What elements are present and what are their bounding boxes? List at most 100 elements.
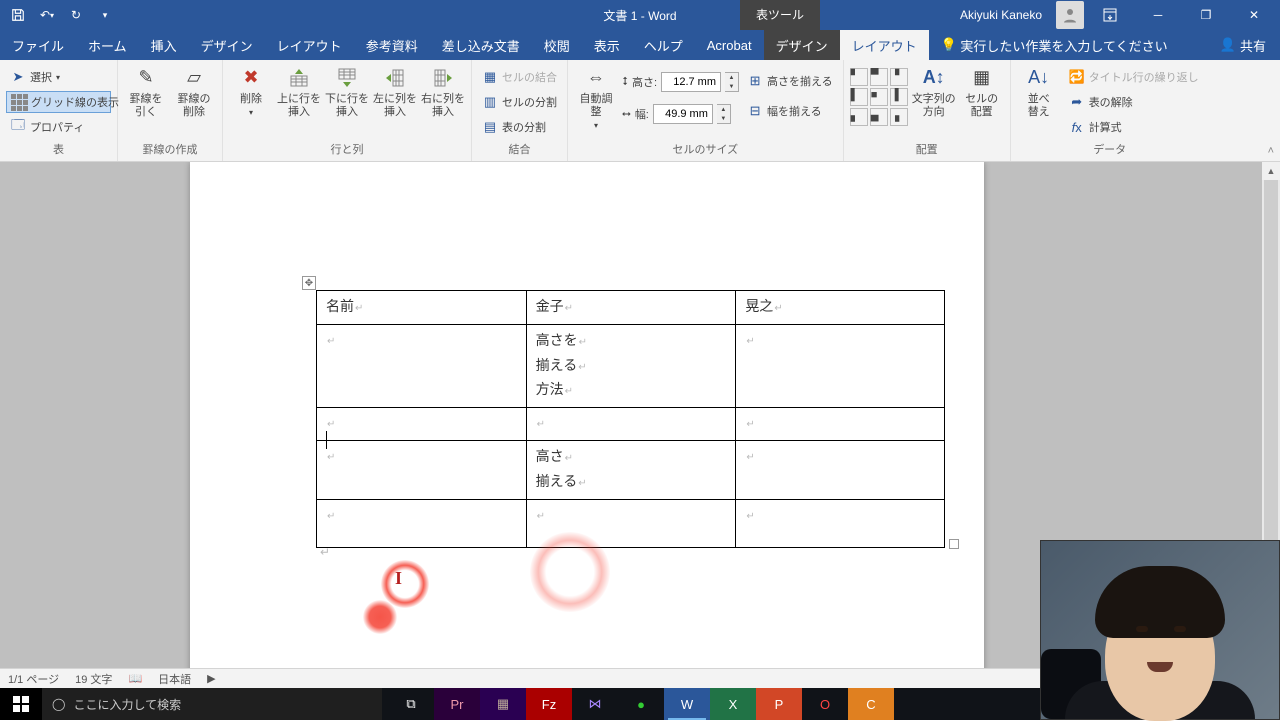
tab-view[interactable]: 表示 (582, 30, 632, 60)
align-br[interactable]: ▗ (890, 108, 908, 126)
insert-left-button[interactable]: 左に列を 挿入 (373, 62, 417, 122)
width-icon: ⭤ (622, 108, 631, 121)
autofit-icon: ⇔ (582, 65, 610, 91)
table-resize-handle[interactable] (949, 539, 959, 549)
close-button[interactable]: ✕ (1232, 0, 1276, 30)
tab-help[interactable]: ヘルプ (632, 30, 695, 60)
repeat-header-button[interactable]: 🔁タイトル行の繰り返し (1065, 66, 1203, 88)
align-bc[interactable]: ▄ (870, 108, 888, 126)
align-tr[interactable]: ▝ (890, 68, 908, 86)
autofit-button[interactable]: ⇔自動調整▾ (574, 62, 618, 134)
formula-button[interactable]: fx計算式 (1065, 116, 1203, 138)
height-input[interactable] (661, 72, 721, 92)
view-gridlines-button[interactable]: グリッド線の表示 (6, 91, 111, 113)
tab-review[interactable]: 校閲 (532, 30, 582, 60)
ribbon: ➤選択 ▾ グリッド線の表示 🗔プロパティ 表 ✎罫線を 引く ▱罫線の 削除 … (0, 60, 1280, 162)
share-button[interactable]: 👤共有 (1206, 30, 1280, 60)
page-indicator[interactable]: 1/1 ページ (8, 671, 59, 687)
opera-icon[interactable]: O (802, 688, 848, 720)
split-table-button[interactable]: ▤表の分割 (478, 116, 561, 138)
delete-button[interactable]: ✖削除▾ (229, 62, 273, 121)
minimize-button[interactable]: ─ (1136, 0, 1180, 30)
height-down[interactable]: ▼ (725, 82, 738, 91)
tab-table-layout[interactable]: レイアウト (840, 30, 929, 60)
qat-customize[interactable]: ▾ (91, 2, 119, 28)
align-bl[interactable]: ▖ (850, 108, 868, 126)
powerpoint-icon[interactable]: P (756, 688, 802, 720)
height-up[interactable]: ▲ (725, 73, 738, 82)
width-up[interactable]: ▲ (717, 105, 730, 114)
align-ml[interactable]: ▌ (850, 88, 868, 106)
width-down[interactable]: ▼ (717, 114, 730, 123)
tab-table-design[interactable]: デザイン (764, 30, 840, 60)
table-row[interactable]: 名前↵ 金子↵ 晃之↵ (317, 291, 945, 325)
language-indicator[interactable]: 日本語 (158, 671, 191, 687)
spellcheck-icon[interactable]: 📖 (128, 672, 142, 685)
table-row[interactable]: ↵↵↵ (317, 499, 945, 547)
insert-above-button[interactable]: 上に行を 挿入 (277, 62, 321, 122)
user-avatar[interactable] (1056, 1, 1084, 29)
media-encoder-icon[interactable]: ▦ (480, 688, 526, 720)
table-row[interactable]: ↵ 高さ↵揃える↵ ↵ (317, 440, 945, 499)
save-button[interactable] (4, 2, 32, 28)
macro-icon[interactable]: ▶ (207, 672, 215, 685)
undo-button[interactable]: ↶ ▾ (33, 2, 61, 28)
scroll-up-button[interactable]: ▲ (1262, 162, 1280, 180)
tell-me-box[interactable]: 💡 実行したい作業を入力してください (929, 30, 1206, 60)
distribute-cols-button[interactable]: ⊟幅を揃える (743, 100, 837, 122)
table-row[interactable]: ↵ 高さを↵揃える↵方法↵ ↵ (317, 324, 945, 407)
split-cells-button[interactable]: ▥セルの分割 (478, 91, 561, 113)
insert-right-button[interactable]: 右に列を 挿入 (421, 62, 465, 122)
align-tc[interactable]: ▀ (870, 68, 888, 86)
excel-icon[interactable]: X (710, 688, 756, 720)
word-table[interactable]: 名前↵ 金子↵ 晃之↵ ↵ 高さを↵揃える↵方法↵ ↵ ↵↵↵ ↵ 高さ↵揃える… (316, 290, 945, 548)
tab-design[interactable]: デザイン (189, 30, 265, 60)
tab-references[interactable]: 参考資料 (354, 30, 430, 60)
tab-acrobat[interactable]: Acrobat (695, 30, 764, 60)
line-icon[interactable]: ● (618, 688, 664, 720)
eraser-button[interactable]: ▱罫線の 削除 (172, 62, 216, 122)
taskview-icon[interactable]: ⧉ (388, 688, 434, 720)
taskbar-search[interactable]: ◯ここに入力して検索 (42, 688, 382, 720)
taskbar-apps: ⧉ Pr ▦ Fz ⋈ ● W X P O C (388, 688, 894, 720)
redo-button[interactable]: ↻ (62, 2, 90, 28)
text-direction-button[interactable]: A↕文字列の 方向 (912, 62, 956, 122)
height-spinner[interactable]: ⭥高さ:▲▼ (622, 70, 739, 94)
align-mr[interactable]: ▐ (890, 88, 908, 106)
insert-below-button[interactable]: 下に行を 挿入 (325, 62, 369, 122)
tab-file[interactable]: ファイル (0, 30, 76, 60)
ribbon-options-button[interactable] (1088, 0, 1132, 30)
cell-margins-button[interactable]: ▦セルの 配置 (960, 62, 1004, 122)
user-name: Akiyuki Kaneko (960, 8, 1042, 22)
visualstudio-icon[interactable]: ⋈ (572, 688, 618, 720)
word-count[interactable]: 19 文字 (75, 671, 112, 687)
start-button[interactable] (0, 688, 42, 720)
tab-home[interactable]: ホーム (76, 30, 139, 60)
properties-button[interactable]: 🗔プロパティ (6, 116, 111, 138)
filezilla-icon[interactable]: Fz (526, 688, 572, 720)
width-spinner[interactable]: ⭤幅:▲▼ (622, 102, 739, 126)
camtasia-icon[interactable]: C (848, 688, 894, 720)
select-button[interactable]: ➤選択 ▾ (6, 66, 111, 88)
split-icon: ▥ (482, 94, 498, 110)
word-icon[interactable]: W (664, 688, 710, 720)
tab-layout[interactable]: レイアウト (265, 30, 354, 60)
tab-mailings[interactable]: 差し込み文書 (430, 30, 532, 60)
table-move-handle[interactable]: ✥ (302, 276, 316, 290)
collapse-ribbon-button[interactable]: ˄ (1268, 145, 1274, 157)
align-mc[interactable]: ■ (870, 88, 888, 106)
table-row[interactable]: ↵↵↵ (317, 408, 945, 441)
group-draw-label: 罫線の作成 (124, 139, 216, 161)
maximize-button[interactable]: ❐ (1184, 0, 1228, 30)
grid-icon (11, 94, 27, 110)
group-cell-size: ⇔自動調整▾ ⭥高さ:▲▼ ⭤幅:▲▼ ⊞高さを揃える ⊟幅を揃える セルのサイ… (568, 60, 844, 161)
tab-insert[interactable]: 挿入 (139, 30, 189, 60)
merge-cells-button[interactable]: ▦セルの結合 (478, 66, 561, 88)
sort-button[interactable]: A↓並べ 替え (1017, 62, 1061, 122)
premiere-icon[interactable]: Pr (434, 688, 480, 720)
align-tl[interactable]: ▘ (850, 68, 868, 86)
distribute-rows-button[interactable]: ⊞高さを揃える (743, 70, 837, 92)
draw-table-button[interactable]: ✎罫線を 引く (124, 62, 168, 122)
width-input[interactable] (653, 104, 713, 124)
convert-to-text-button[interactable]: ➦表の解除 (1065, 91, 1203, 113)
